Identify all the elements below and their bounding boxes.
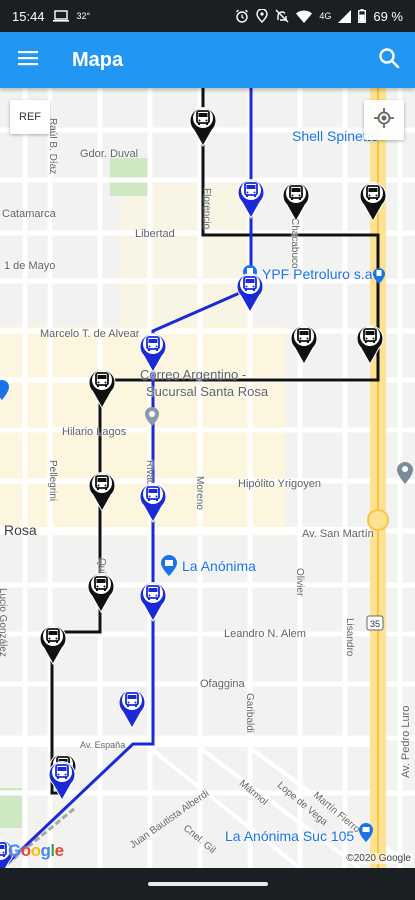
map-copyright: ©2020 Google — [344, 853, 413, 864]
street-label: Av. San Martín — [302, 528, 374, 540]
bus-stop-marker[interactable] — [117, 685, 147, 729]
poi-correo-sub[interactable]: Sucursal Santa Rosa — [146, 384, 268, 399]
bus-stop-marker[interactable] — [138, 329, 168, 373]
my-location-button[interactable] — [364, 100, 404, 140]
street-label: 1 de Mayo — [4, 260, 56, 272]
poi-la-anonima-105[interactable]: La Anónima Suc 105 — [225, 828, 354, 844]
bus-stop-marker[interactable] — [38, 621, 68, 665]
navigation-bar — [0, 868, 415, 900]
search-button[interactable] — [363, 32, 415, 88]
location-icon — [256, 9, 269, 23]
bus-stop-marker[interactable] — [86, 569, 116, 613]
signal-icon — [338, 9, 352, 23]
page-title: Mapa — [72, 48, 124, 71]
search-icon — [378, 47, 400, 74]
city-label: Rosa — [4, 522, 37, 538]
street-label: Ofaggina — [200, 678, 245, 690]
street-label: Hilario Lagos — [62, 426, 127, 438]
bus-stop-marker[interactable] — [138, 479, 168, 523]
street-label: Lisandro — [344, 618, 355, 657]
battery-level: 69 % — [373, 8, 403, 24]
status-bar: 15:44 32° 4G 69 % — [0, 0, 415, 32]
wifi-icon — [296, 9, 313, 23]
bus-stop-marker[interactable] — [355, 321, 385, 365]
street-label: Chacabuco — [289, 218, 300, 269]
bus-stop-marker[interactable] — [138, 578, 168, 622]
bus-stop-marker[interactable] — [289, 321, 319, 365]
shopping-icon — [358, 822, 374, 847]
street-label: Moreno — [194, 476, 205, 510]
google-logo: Google — [8, 841, 64, 860]
network-type: 4G — [319, 11, 332, 21]
battery-icon — [358, 9, 367, 23]
shopping-icon — [160, 554, 178, 581]
street-label: Catamarca — [2, 208, 56, 220]
post-office-icon — [144, 406, 160, 431]
poi-la-anonima[interactable]: La Anónima — [182, 558, 256, 574]
bus-stop-marker[interactable] — [87, 468, 117, 512]
place-marker-icon — [0, 378, 10, 405]
status-temp: 32° — [76, 11, 91, 21]
bus-stop-marker[interactable] — [47, 757, 77, 801]
ref-button[interactable]: REF — [10, 100, 50, 134]
do-not-disturb-icon — [275, 9, 289, 23]
bus-stop-marker[interactable] — [235, 269, 265, 313]
route-shield-label: 35 — [370, 619, 380, 629]
bus-stop-marker[interactable] — [236, 175, 266, 219]
street-label: Libertad — [135, 228, 175, 240]
street-label: Olivier — [294, 568, 305, 597]
my-location-icon — [374, 107, 394, 133]
bus-stop-marker[interactable] — [281, 178, 311, 222]
status-time: 15:44 — [12, 8, 45, 24]
street-label: Lucio González — [0, 588, 8, 657]
street-label: Gdor. Duval — [80, 148, 139, 160]
street-label: Garibaldi — [244, 693, 255, 734]
street-label: Leandro N. Alem — [224, 628, 306, 640]
hamburger-menu-icon — [18, 50, 38, 71]
poi-ypf[interactable]: YPF Petroluro s.a — [262, 266, 373, 282]
bus-stop-marker[interactable] — [188, 103, 218, 147]
app-bar: Mapa — [0, 32, 415, 88]
map-view[interactable]: 35 Gdor. Duval Catamarca Libertad 1 de M… — [0, 88, 415, 868]
home-gesture-bar[interactable] — [147, 882, 268, 886]
bus-stop-marker[interactable] — [358, 178, 388, 222]
gas-station-icon — [372, 266, 386, 289]
menu-button[interactable] — [0, 32, 56, 88]
street-label: Av. Pedro Luro — [400, 705, 412, 778]
place-marker-icon — [396, 460, 414, 489]
bus-stop-marker[interactable] — [87, 365, 117, 409]
alarm-icon — [235, 9, 249, 23]
street-label: Pellegrini — [47, 460, 58, 502]
street-label: Hipólito Yrigoyen — [238, 478, 321, 490]
street-label: Marcelo T. de Alvear — [40, 328, 140, 340]
street-label: Av. España — [80, 740, 126, 750]
laptop-icon — [52, 10, 69, 22]
street-label: Florencio — [201, 188, 212, 230]
